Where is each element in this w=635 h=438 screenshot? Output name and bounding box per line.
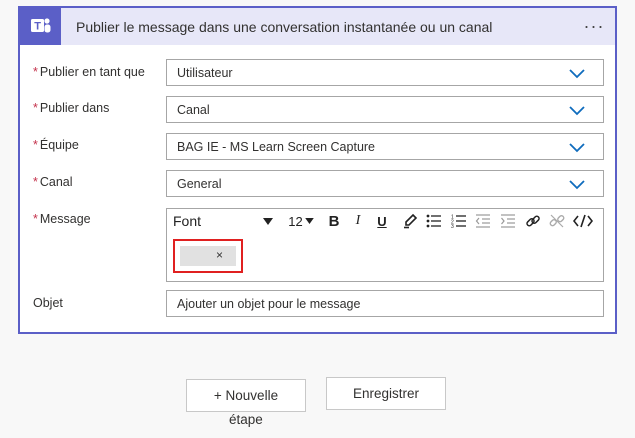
highlighted-token-box: × <box>173 239 243 273</box>
objet-label: Objet <box>33 296 63 310</box>
save-button[interactable]: Enregistrer <box>326 377 446 410</box>
bulleted-list-icon[interactable] <box>425 212 443 230</box>
dropdown-value: General <box>177 177 222 191</box>
teams-logo-icon: T <box>20 8 61 45</box>
decrease-indent-icon[interactable] <box>474 212 492 230</box>
highlighter-icon[interactable] <box>401 212 419 230</box>
dynamic-content-token[interactable]: × <box>180 246 236 266</box>
chevron-down-icon[interactable] <box>569 104 585 116</box>
dropdown-value: Utilisateur <box>177 66 233 80</box>
dropdown-value: Canal <box>177 103 210 117</box>
chevron-down-icon[interactable] <box>569 141 585 153</box>
required-mark: * <box>33 175 38 189</box>
editor-toolbar: Font 12 B I U 123 <box>167 209 603 233</box>
font-family-dropdown[interactable]: Font <box>173 212 273 230</box>
message-label: * Message <box>33 212 91 226</box>
code-view-icon[interactable] <box>572 212 594 230</box>
underline-button[interactable]: U <box>374 212 390 230</box>
required-mark: * <box>33 138 38 152</box>
objet-placeholder: Ajouter un objet pour le message <box>177 297 361 311</box>
canal-label: * Canal <box>33 175 73 189</box>
caret-down-icon <box>263 217 273 225</box>
caret-down-icon <box>304 218 314 224</box>
new-step-label-continued: étape <box>229 412 263 427</box>
message-editor[interactable]: Font 12 B I U 123 × <box>166 208 604 282</box>
chevron-down-icon[interactable] <box>569 67 585 79</box>
svg-text:3: 3 <box>451 224 454 228</box>
svg-text:T: T <box>34 20 41 32</box>
link-icon[interactable] <box>524 212 542 230</box>
numbered-list-icon[interactable]: 123 <box>450 212 468 230</box>
action-card: T Publier le message dans une conversati… <box>18 6 617 334</box>
more-options-icon[interactable]: ··· <box>580 14 608 38</box>
font-size-dropdown[interactable]: 12 <box>284 212 318 230</box>
publier-dans-dropdown[interactable]: Canal <box>166 96 604 123</box>
chevron-down-icon[interactable] <box>569 178 585 190</box>
publier-dans-label: * Publier dans <box>33 101 110 115</box>
italic-button[interactable]: I <box>351 212 365 230</box>
remove-token-icon[interactable]: × <box>216 248 223 262</box>
publier-en-tant-que-label: * Publier en tant que <box>33 65 145 79</box>
card-title: Publier le message dans une conversation… <box>76 19 493 35</box>
publier-en-tant-que-dropdown[interactable]: Utilisateur <box>166 59 604 86</box>
bold-button[interactable]: B <box>326 212 342 230</box>
dropdown-value: BAG IE - MS Learn Screen Capture <box>177 140 376 154</box>
equipe-label: * Équipe <box>33 138 79 152</box>
increase-indent-icon[interactable] <box>499 212 517 230</box>
new-step-button[interactable]: + Nouvelle <box>186 379 306 412</box>
equipe-dropdown[interactable]: BAG IE - MS Learn Screen Capture <box>166 133 604 160</box>
required-mark: * <box>33 65 38 79</box>
card-header[interactable]: T Publier le message dans une conversati… <box>20 8 615 45</box>
objet-input[interactable]: Ajouter un objet pour le message <box>166 290 604 317</box>
unlink-icon[interactable] <box>548 212 566 230</box>
required-mark: * <box>33 101 38 115</box>
required-mark: * <box>33 212 38 226</box>
canal-dropdown[interactable]: General <box>166 170 604 197</box>
